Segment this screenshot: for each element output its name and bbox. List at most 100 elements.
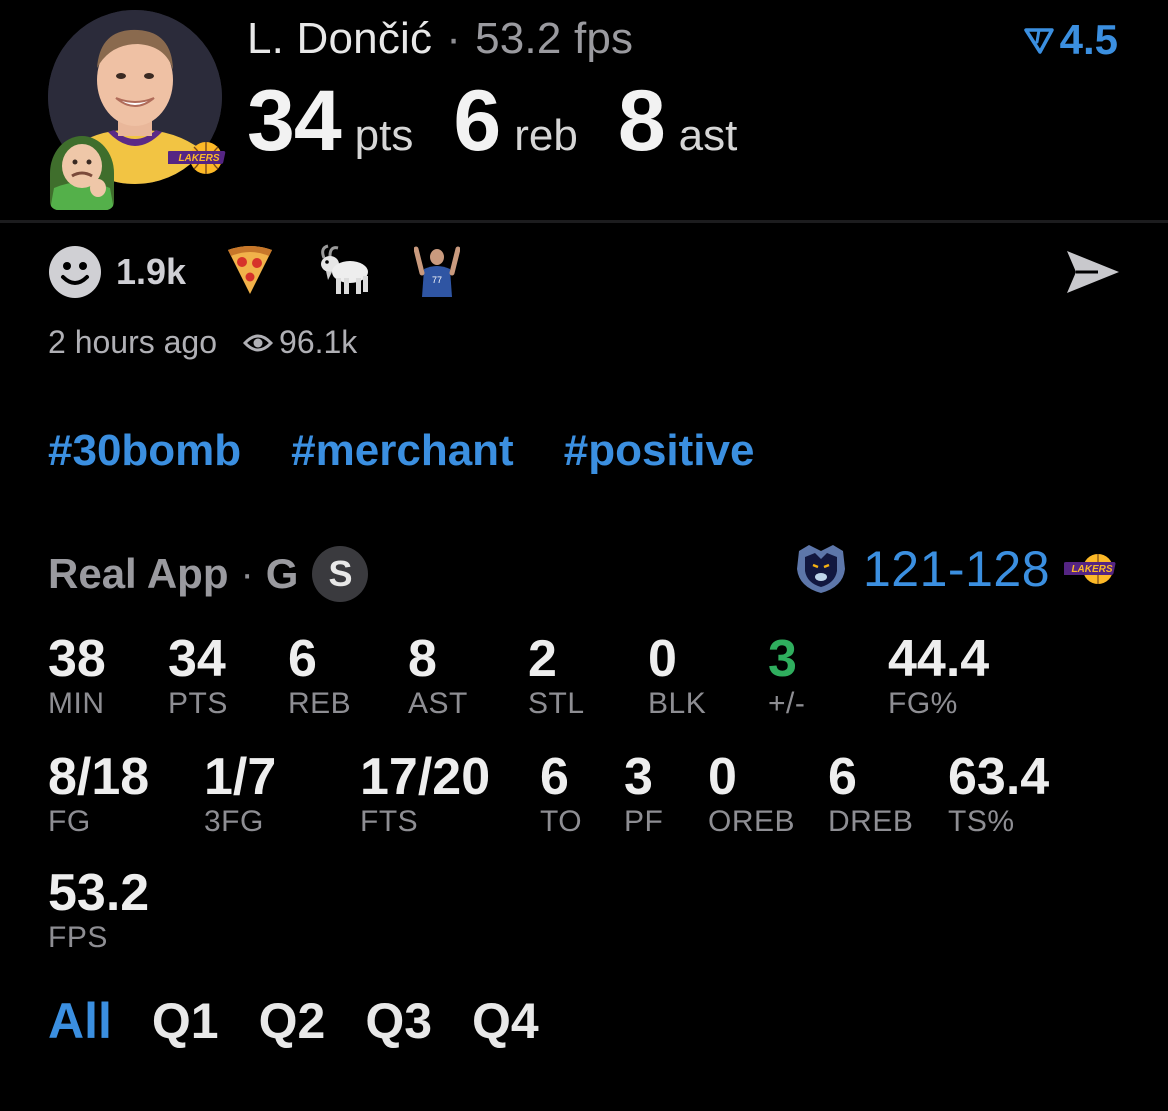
stat-label: BLK — [648, 687, 707, 720]
stat-dreb: 6 DREB — [828, 750, 913, 840]
stat-value: 6 — [540, 748, 569, 806]
hashtag-link[interactable]: #positive — [564, 426, 755, 476]
stat-pf: 3 PF — [624, 750, 663, 840]
stat-reb: 6 REB — [288, 632, 351, 722]
source-app-name: Real App — [48, 550, 229, 597]
stat-blk: 0 BLK — [648, 632, 706, 722]
filter-arrow-icon — [1023, 28, 1054, 54]
stat-value: 0 — [708, 748, 737, 806]
stat-label: FPS — [48, 921, 108, 954]
stat-label: REB — [288, 687, 352, 720]
pizza-icon[interactable] — [226, 244, 274, 301]
tab-q3[interactable]: Q3 — [365, 992, 432, 1050]
stat-label: DREB — [828, 805, 914, 838]
stat-value: 1/7 — [204, 748, 277, 806]
stat-fps: 53.2 FPS — [48, 866, 149, 956]
tab-all[interactable]: All — [48, 992, 112, 1050]
stat-value: 44.4 — [888, 630, 990, 688]
separator-dot: · — [240, 551, 254, 596]
player-title-line: L. Dončić · 53.2 fps — [247, 14, 633, 64]
stat-value: 8 — [408, 630, 437, 688]
stat-label: STL — [528, 687, 585, 720]
hashtag-link[interactable]: #30bomb — [48, 426, 241, 476]
rebounds-value: 6 — [453, 73, 501, 169]
stat-value: 3 — [624, 748, 653, 806]
stat-fg-pct: 44.4 FG% — [888, 632, 989, 722]
rating-value: 4.5 — [1059, 16, 1118, 63]
stat-value: 3 — [768, 630, 797, 688]
success-kid-badge-icon — [50, 136, 114, 210]
stat-label: TO — [540, 805, 583, 838]
stat-oreb: 0 OREB — [708, 750, 795, 840]
view-count: 96.1k — [243, 324, 357, 361]
stat-fg: 8/18 FG — [48, 750, 149, 840]
stat-value: 6 — [828, 748, 857, 806]
stat-stl: 2 STL — [528, 632, 585, 722]
svg-text:LAKERS: LAKERS — [178, 153, 219, 164]
assists-unit: ast — [678, 111, 738, 160]
rebounds-unit: reb — [514, 111, 578, 160]
stat-label: FTS — [360, 805, 419, 838]
reaction-count: 1.9k — [116, 251, 187, 292]
quarter-tabs: All Q1 Q2 Q3 Q4 — [48, 992, 539, 1050]
stat-source: Real App · G S — [48, 546, 369, 602]
stat-value: 38 — [48, 630, 106, 688]
stat-value: 17/20 — [360, 748, 491, 806]
hashtag-list: #30bomb #merchant #positive — [48, 426, 754, 476]
stat-value: 34 — [168, 630, 226, 688]
post-time: 2 hours ago — [48, 324, 218, 360]
stat-label: FG — [48, 805, 91, 838]
player-name[interactable]: L. Dončić — [247, 14, 432, 63]
stat-label: FG% — [888, 687, 958, 720]
stat-label: TS% — [948, 805, 1015, 838]
stat-ts-pct: 63.4 TS% — [948, 750, 1049, 840]
smiley-react-icon[interactable] — [48, 245, 102, 299]
stat-value: 53.2 — [48, 864, 150, 922]
stat-min: 38 MIN — [48, 632, 106, 722]
assists-value: 8 — [617, 73, 666, 169]
player-position: G — [265, 550, 299, 597]
separator-dot: · — [446, 14, 462, 63]
send-share-icon[interactable] — [1064, 248, 1122, 296]
header-statline: 34 pts 6 reb 8 ast — [247, 72, 777, 171]
stat-label: PTS — [168, 687, 228, 720]
stat-pts: 34 PTS — [168, 632, 228, 722]
stat-label: AST — [408, 687, 468, 720]
stat-plus-minus: 3 +/- — [768, 632, 805, 722]
stat-value: 8/18 — [48, 748, 150, 806]
svg-text:77: 77 — [432, 275, 442, 285]
rating-button[interactable]: 4.5 — [1023, 16, 1118, 64]
game-score[interactable]: 121-128 LAKERS — [793, 540, 1120, 598]
stat-value: 2 — [528, 630, 557, 688]
stat-value: 0 — [648, 630, 677, 688]
stat-label: 3FG — [204, 805, 264, 838]
stat-fts: 17/20 FTS — [360, 750, 490, 840]
stat-label: OREB — [708, 805, 796, 838]
grizzlies-logo-icon — [797, 545, 845, 593]
fps-label: 53.2 fps — [475, 14, 634, 63]
stat-value: 63.4 — [948, 748, 1050, 806]
points-value: 34 — [247, 73, 342, 169]
player-photo-icon[interactable]: 77 — [413, 242, 461, 302]
tab-q4[interactable]: Q4 — [472, 992, 539, 1050]
reactions-bar: 1.9k 77 — [48, 242, 502, 302]
header-divider — [0, 220, 1168, 223]
tab-q1[interactable]: Q1 — [152, 992, 219, 1050]
score-value: 121-128 — [863, 541, 1050, 597]
stat-ast: 8 AST — [408, 632, 468, 722]
svg-text:LAKERS: LAKERS — [1071, 564, 1112, 575]
hashtag-link[interactable]: #merchant — [291, 426, 514, 476]
eye-icon — [243, 334, 274, 351]
points-unit: pts — [354, 111, 414, 160]
stat-label: MIN — [48, 687, 105, 720]
goat-icon[interactable] — [316, 244, 372, 301]
starter-badge: S — [312, 546, 369, 602]
stat-label: PF — [624, 805, 664, 838]
stat-value: 6 — [288, 630, 317, 688]
post-meta: 2 hours ago 96.1k — [48, 324, 357, 361]
stat-to: 6 TO — [540, 750, 582, 840]
stat-label: +/- — [768, 687, 806, 720]
view-count-value: 96.1k — [279, 324, 358, 360]
tab-q2[interactable]: Q2 — [259, 992, 326, 1050]
lakers-logo-icon: LAKERS — [165, 140, 230, 176]
